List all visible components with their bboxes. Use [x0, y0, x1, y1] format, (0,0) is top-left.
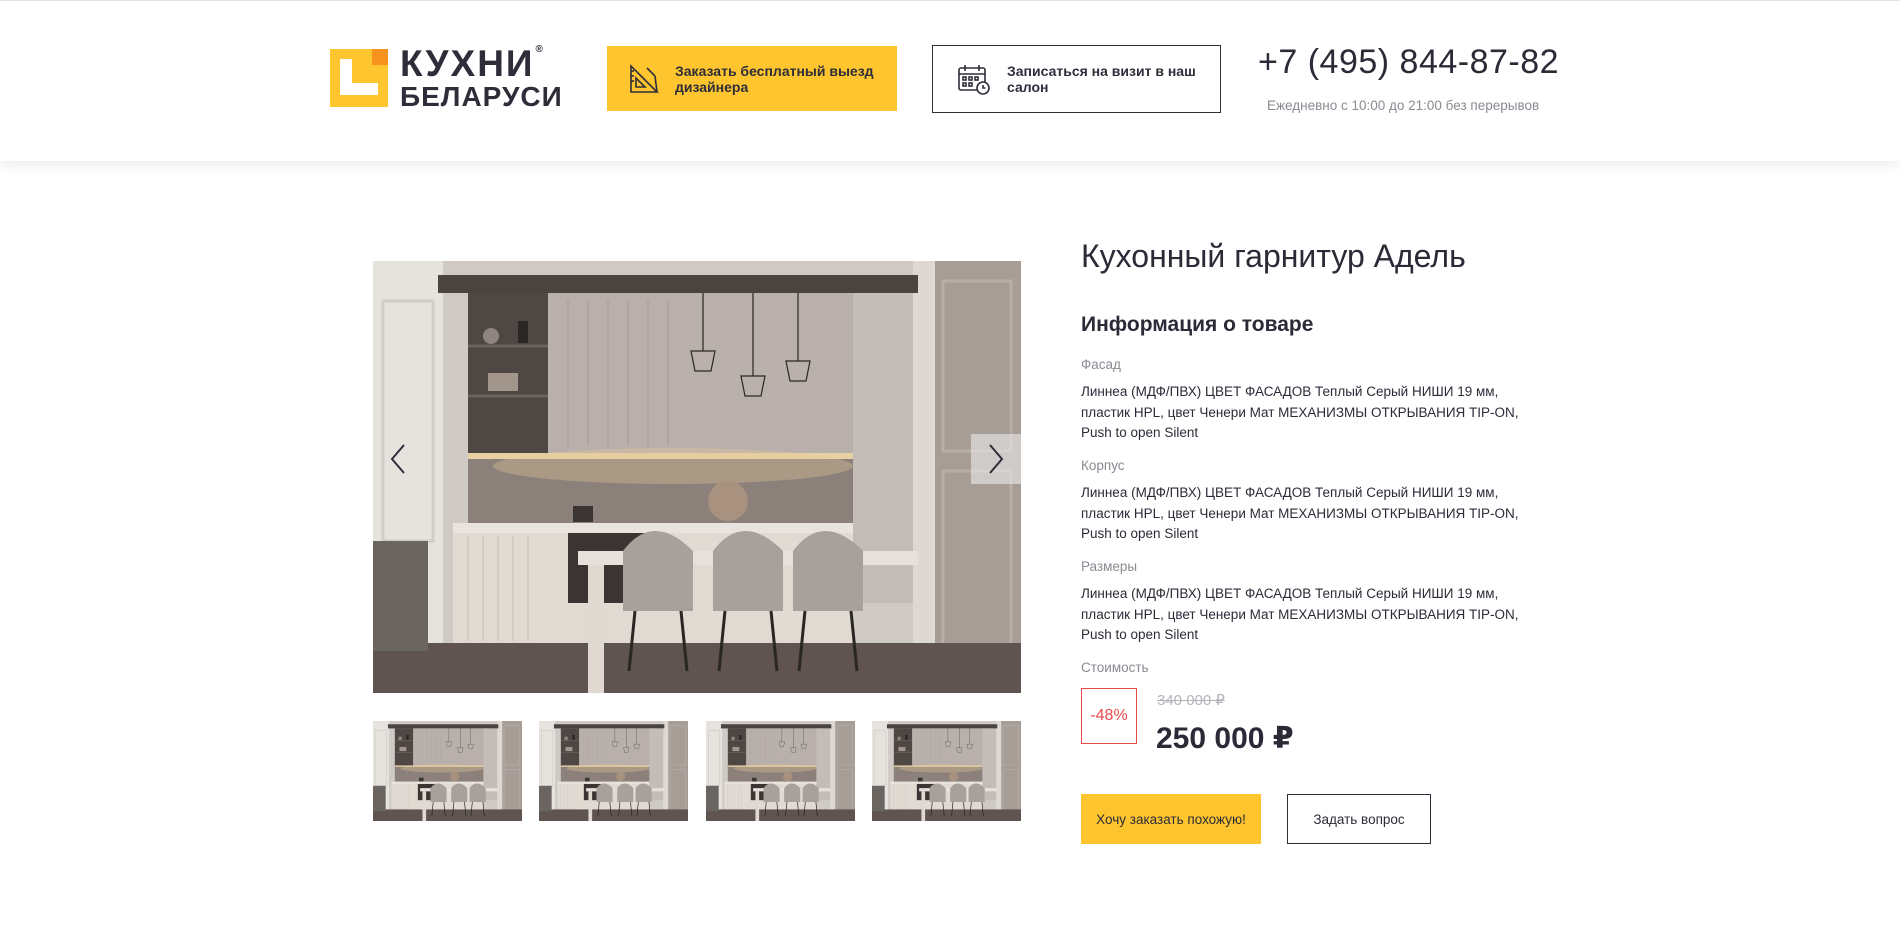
working-hours: Ежедневно с 10:00 до 21:00 без перерывов — [1267, 98, 1540, 113]
thumbnail[interactable] — [373, 721, 522, 821]
logo-mark-icon — [330, 49, 388, 107]
thumbnail-strip — [373, 721, 1021, 821]
old-price: 340 000 ₽ — [1157, 692, 1225, 709]
product-info-heading: Информация о товаре — [1081, 313, 1314, 336]
logo-line1: КУХНИ — [400, 43, 535, 84]
spec-text-dimensions: Линнеа (МДФ/ПВХ) ЦВЕТ ФАСАДОВ Теплый Сер… — [1081, 586, 1519, 642]
calendar-clock-icon — [958, 65, 990, 95]
thumbnail[interactable] — [539, 721, 688, 821]
current-price: 250 000 ₽ — [1156, 722, 1294, 755]
phone-number[interactable]: +7 (495) 844-87-82 — [1258, 43, 1559, 82]
discount-badge: -48% — [1081, 688, 1137, 744]
spec-label-body: Корпус — [1081, 458, 1125, 473]
chevron-right-icon — [989, 444, 1004, 474]
thumbnail[interactable] — [706, 721, 855, 821]
book-visit-label: Записаться на визит в наш салон — [1007, 63, 1196, 95]
price-label: Стоимость — [1081, 660, 1149, 675]
ruler-triangle-icon — [630, 63, 659, 93]
order-designer-button[interactable]: Заказать бесплатный выезд дизайнера — [607, 46, 897, 111]
spec-text-body: Линнеа (МДФ/ПВХ) ЦВЕТ ФАСАДОВ Теплый Сер… — [1081, 485, 1519, 541]
logo[interactable]: КУХНИ® БЕЛАРУСИ — [330, 45, 570, 111]
order-similar-button[interactable]: Хочу заказать похожую! — [1081, 794, 1261, 844]
spec-label-facade: Фасад — [1081, 357, 1121, 372]
logo-line2: БЕЛАРУСИ — [400, 81, 563, 112]
logo-text: КУХНИ® БЕЛАРУСИ — [400, 45, 563, 111]
logo-registered-mark: ® — [535, 44, 545, 55]
thumbnail[interactable] — [872, 721, 1021, 821]
book-visit-button[interactable]: Записаться на визит в наш салон — [932, 45, 1221, 113]
spec-text-facade: Линнеа (МДФ/ПВХ) ЦВЕТ ФАСАДОВ Теплый Сер… — [1081, 384, 1519, 440]
ask-question-button[interactable]: Задать вопрос — [1287, 794, 1431, 844]
order-designer-label: Заказать бесплатный выезд дизайнера — [675, 62, 874, 95]
gallery-next-button[interactable] — [971, 434, 1021, 484]
gallery-prev-button[interactable] — [373, 434, 423, 484]
chevron-left-icon — [390, 444, 405, 474]
spec-label-dimensions: Размеры — [1081, 559, 1138, 574]
site-header: КУХНИ® БЕЛАРУСИ Заказать бесплатный выез… — [0, 0, 1900, 161]
product-title: Кухонный гарнитур Адель — [1081, 238, 1466, 274]
main-product-photo — [373, 261, 1021, 693]
